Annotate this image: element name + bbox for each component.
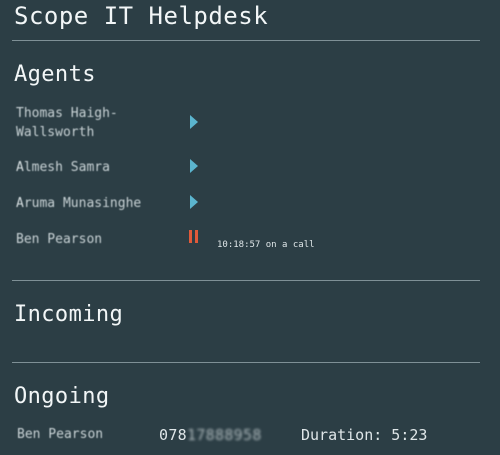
incoming-divider: [12, 362, 480, 363]
app-title: Scope IT Helpdesk: [14, 2, 269, 30]
call-duration: Duration: 5:23: [301, 426, 428, 444]
call-status: 10:18:57 on a call: [217, 240, 315, 250]
incoming-heading: Incoming: [14, 302, 124, 327]
agent-name-initial: A: [16, 196, 24, 211]
play-icon[interactable]: [190, 115, 204, 131]
agent-name: Ben Pearson: [16, 232, 103, 247]
agents-heading: Agents: [14, 62, 96, 87]
ongoing-phone-number: 07817888958: [159, 426, 262, 444]
title-divider: [12, 40, 480, 41]
ongoing-heading: Ongoing: [14, 384, 110, 409]
agent-name: Thomas Haigh- Wallsworth: [16, 104, 176, 142]
phone-prefix: 078: [159, 426, 187, 444]
agents-divider: [12, 280, 480, 281]
agent-name-rest: lmesh Samra: [23, 160, 110, 175]
agent-name-initial: A: [16, 160, 24, 175]
phone-masked-digits: 17888958: [187, 426, 262, 444]
play-icon[interactable]: [190, 195, 204, 211]
agent-name-line1: Thomas Haigh-: [16, 106, 118, 121]
agent-name: Almesh Samra: [16, 158, 176, 177]
agent-name-rest: ruma Munasinghe: [23, 196, 142, 211]
play-icon[interactable]: [190, 159, 204, 175]
agent-name: Aruma Munasinghe: [16, 194, 176, 213]
pause-icon[interactable]: [189, 230, 203, 246]
helpdesk-app: Scope IT Helpdesk Agents Thomas Haigh- W…: [0, 0, 500, 455]
agent-name-line2: Wallsworth: [16, 125, 95, 140]
ongoing-agent-name: Ben Pearson: [17, 427, 104, 442]
